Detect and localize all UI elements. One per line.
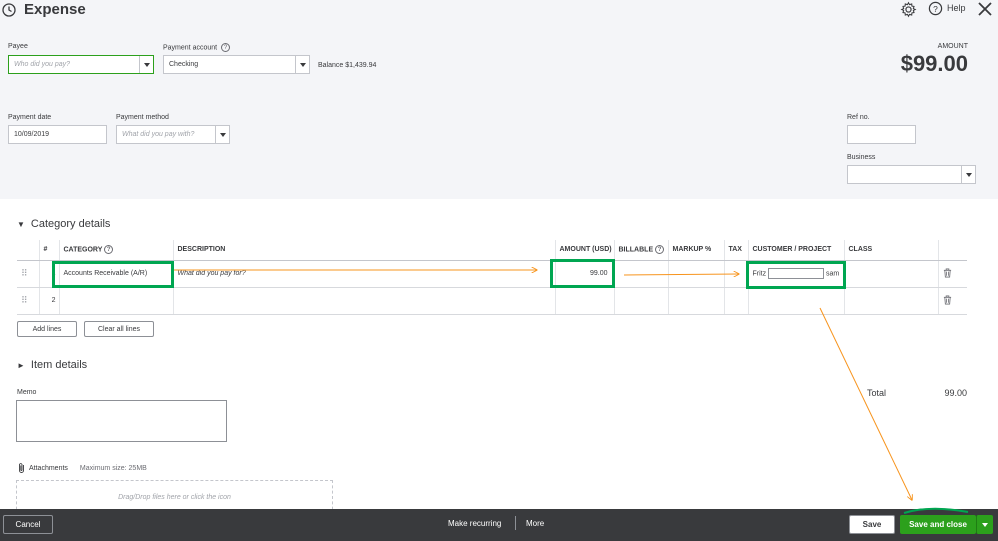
payment-date-label: Payment date [8,114,52,121]
class-cell[interactable] [843,287,938,315]
help-icon[interactable]: ? [220,43,230,52]
arrow-line [819,307,912,500]
help-icon[interactable]: ? [655,245,665,255]
chevron-down-icon[interactable] [215,126,229,143]
col-header-class: CLASS [843,240,938,261]
ref-no-label: Ref no. [847,114,870,121]
payment-account-value: Checking [169,61,199,68]
billable-cell[interactable] [613,287,668,315]
add-lines-button[interactable]: Add lines [17,321,77,337]
page-title: Expense [24,1,86,18]
recent-transactions-icon[interactable] [1,2,17,18]
total-label: Total [867,388,887,398]
tax-cell[interactable] [723,287,748,315]
payment-method-label: Payment method [116,114,169,121]
col-header-billable: BILLABLE ? [613,240,668,261]
table-header-row: # CATEGORY ? DESCRIPTION AMOUNT (USD) BI… [17,240,967,261]
col-header-category: CATEGORY ? [58,240,173,261]
category-details-toggle[interactable]: ▼ Category details [17,218,110,230]
payment-method-placeholder: What did you pay with? [122,131,195,138]
payment-account-dropdown[interactable]: Checking [163,55,310,74]
triangle-right-icon: ► [17,361,25,370]
amount-value: $99.00 [900,51,968,76]
trash-icon[interactable] [943,268,952,278]
tax-cell[interactable] [723,260,748,288]
help-link[interactable]: Help [947,3,966,13]
payee-dropdown[interactable]: Who did you pay? [8,55,154,74]
markup-cell[interactable] [667,260,724,288]
ref-no-field[interactable] [847,125,916,144]
help-icon[interactable]: ? [104,245,114,255]
triangle-down-icon: ▼ [17,220,25,229]
save-options-dropdown[interactable] [976,515,993,534]
amount-label: AMOUNT [937,43,968,50]
clear-all-lines-button[interactable]: Clear all lines [84,321,154,337]
amount-cell[interactable] [554,287,614,315]
payment-method-dropdown[interactable]: What did you pay with? [116,125,230,144]
chevron-down-icon[interactable] [961,166,975,183]
business-label: Business [847,154,876,161]
more-link[interactable]: More [526,519,544,528]
paperclip-icon[interactable] [17,462,26,474]
payee-label: Payee [8,43,28,50]
customer-cell[interactable] [747,287,844,315]
cancel-button[interactable]: Cancel [3,515,53,534]
col-header-description: DESCRIPTION [172,240,555,261]
trash-icon[interactable] [943,295,952,305]
gear-icon[interactable] [900,1,917,18]
col-header-tax: TAX [723,240,748,261]
attachments-row: Attachments Maximum size: 25MB [17,462,147,474]
attachments-max-size: Maximum size: 25MB [79,464,147,472]
highlight-box-category [52,261,174,288]
drag-handle-icon[interactable]: ⠿ [17,287,39,315]
business-dropdown[interactable] [847,165,976,184]
account-balance: Balance $1,439.94 [318,62,377,69]
drag-handle-icon[interactable]: ⠿ [17,260,39,288]
attachments-label: Attachments [29,464,68,472]
memo-label: Memo [17,389,37,396]
highlight-box-amount [550,259,615,288]
col-header-markup: MARKUP % [667,240,724,261]
payment-date-field[interactable]: 10/09/2019 [8,125,107,144]
category-cell[interactable] [58,287,173,315]
class-cell[interactable] [843,260,938,288]
delete-row-button[interactable] [937,287,967,315]
memo-field[interactable] [16,400,227,442]
save-button[interactable]: Save [849,515,895,534]
close-icon[interactable] [976,0,994,18]
chevron-down-icon[interactable] [295,56,309,73]
payment-date-value: 10/09/2019 [14,131,50,138]
total-value: 99.00 [944,388,967,398]
billable-cell[interactable] [613,260,668,288]
help-icon[interactable]: ? [928,1,943,16]
description-cell[interactable] [172,287,555,315]
footer-divider [515,516,516,530]
col-header-amount: AMOUNT (USD) [554,240,614,261]
chevron-down-icon [982,522,988,527]
delete-row-button[interactable] [937,260,967,288]
payment-account-label: Payment account ? [163,43,230,52]
save-and-close-button[interactable]: Save and close [900,515,976,534]
make-recurring-link[interactable]: Make recurring [448,519,501,528]
col-header-num: # [38,240,59,261]
item-details-toggle[interactable]: ► Item details [17,359,87,371]
table-row[interactable]: ⠿ 2 [17,287,967,315]
highlight-box-customer [746,261,846,289]
description-cell[interactable]: What did you pay for? [172,260,555,288]
col-header-customer: CUSTOMER / PROJECT [747,240,844,261]
markup-cell[interactable] [667,287,724,315]
chevron-down-icon[interactable] [139,56,153,73]
payee-placeholder: Who did you pay? [14,61,71,68]
row-number: 2 [38,287,59,315]
svg-text:?: ? [933,4,938,14]
